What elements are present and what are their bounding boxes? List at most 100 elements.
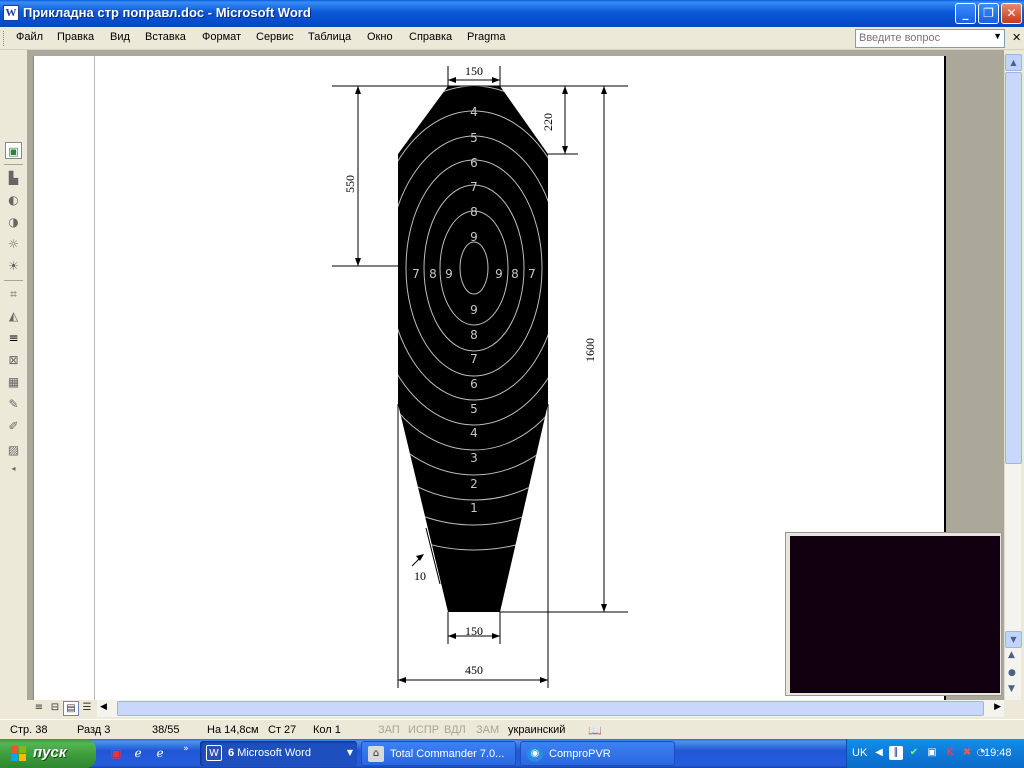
outline-view-icon[interactable]: ☰ bbox=[79, 701, 95, 716]
select-browse-object-icon[interactable]: ● bbox=[1008, 668, 1016, 678]
status-track[interactable]: ИСПР bbox=[408, 724, 439, 736]
text-wrapping-icon[interactable]: ▦ bbox=[5, 374, 22, 391]
dimension-bottom-width: 150 bbox=[465, 624, 483, 638]
ring-number: 2 bbox=[470, 477, 478, 491]
word-icon[interactable]: W bbox=[3, 5, 19, 21]
status-record[interactable]: ЗАП bbox=[378, 724, 400, 736]
menu-insert[interactable]: Вставка bbox=[145, 31, 186, 43]
ring-number-left: 9 bbox=[445, 267, 453, 281]
set-transparent-color-icon[interactable]: ✐ bbox=[5, 418, 22, 435]
task-label-word: Microsoft Word bbox=[237, 747, 311, 759]
ring-number: 8 bbox=[470, 328, 478, 342]
dimension-total-height: 1600 bbox=[583, 338, 597, 362]
group-dropdown-icon[interactable]: ▼ bbox=[347, 748, 353, 757]
status-extend[interactable]: ВДЛ bbox=[444, 724, 466, 736]
next-page-icon[interactable]: ▼ bbox=[1008, 684, 1015, 694]
antivirus-icon[interactable]: K bbox=[943, 746, 957, 760]
chevron-down-icon[interactable]: ▼ bbox=[993, 31, 1002, 41]
more-contrast-icon[interactable]: ◐ bbox=[5, 192, 22, 209]
taskbar-button-word[interactable]: W 6 Microsoft Word ▼ bbox=[200, 741, 357, 766]
video-display bbox=[790, 536, 1000, 693]
scroll-up-button[interactable]: ▲ bbox=[1005, 54, 1022, 71]
status-language[interactable]: украинский bbox=[508, 724, 565, 736]
rotate-icon[interactable]: ◭ bbox=[5, 308, 22, 325]
disconnected-icon[interactable]: ✖ bbox=[960, 746, 974, 760]
spelling-status-icon[interactable]: 📖 bbox=[588, 724, 602, 737]
ring-number: 4 bbox=[470, 426, 478, 440]
horizontal-scroll-thumb[interactable] bbox=[117, 701, 984, 716]
more-brightness-icon[interactable]: ☼ bbox=[5, 236, 22, 253]
ring-number: 6 bbox=[470, 156, 478, 170]
menu-file[interactable]: Файл bbox=[16, 31, 43, 43]
minimize-button[interactable]: _ bbox=[955, 3, 976, 24]
horizontal-bar: ≡ ⊟ ▤ ☰ ◀ ▶ bbox=[27, 700, 1004, 717]
tray-expand-icon[interactable]: ◀ bbox=[872, 746, 886, 760]
task-label-compropvr: ComproPVR bbox=[549, 748, 611, 760]
clock[interactable]: 19:48 bbox=[984, 747, 1012, 759]
status-overtype[interactable]: ЗАМ bbox=[476, 724, 499, 736]
quicklaunch-overflow-icon[interactable]: » bbox=[178, 741, 194, 757]
menu-view[interactable]: Вид bbox=[110, 31, 130, 43]
status-bar: Стр. 38 Разд 3 38/55 На 14,8см Ст 27 Кол… bbox=[0, 719, 1024, 739]
dimension-border-width: 10 bbox=[414, 569, 426, 583]
menu-edit[interactable]: Правка bbox=[57, 31, 94, 43]
toolbar-grip[interactable] bbox=[3, 31, 6, 46]
close-button[interactable]: ✕ bbox=[1001, 3, 1022, 24]
insert-picture-icon[interactable]: ▣ bbox=[5, 142, 22, 159]
horizontal-scrollbar[interactable]: ◀ ▶ bbox=[97, 700, 1004, 717]
color-icon[interactable]: ▙ bbox=[5, 170, 22, 187]
print-layout-icon[interactable]: ▤ bbox=[63, 701, 79, 716]
menu-window[interactable]: Окно bbox=[367, 31, 393, 43]
start-button[interactable]: пуск bbox=[0, 739, 96, 768]
scroll-down-button[interactable]: ▼ bbox=[1005, 631, 1022, 648]
menu-format[interactable]: Формат bbox=[202, 31, 241, 43]
format-picture-icon[interactable]: ✎ bbox=[5, 396, 22, 413]
menu-pragma[interactable]: Pragma bbox=[467, 31, 506, 43]
toolbar-options-icon[interactable]: ◂ bbox=[5, 460, 22, 477]
reset-picture-icon[interactable]: ▨ bbox=[5, 442, 22, 459]
scroll-left-icon[interactable]: ◀ bbox=[100, 702, 107, 712]
ring-number: 1 bbox=[470, 501, 478, 515]
compropvr-icon: ◉ bbox=[527, 746, 543, 762]
normal-view-icon[interactable]: ≡ bbox=[31, 701, 47, 716]
menu-help[interactable]: Справка bbox=[409, 31, 452, 43]
shield-icon[interactable]: ✔ bbox=[907, 746, 921, 760]
maximize-button[interactable]: ❐ bbox=[978, 3, 999, 24]
vertical-scroll-thumb[interactable] bbox=[1005, 72, 1022, 464]
scroll-right-icon[interactable]: ▶ bbox=[994, 702, 1001, 712]
taskbar: пуск ▣ ℯ ℯ » W 6 Microsoft Word ▼ ⌂ Tota… bbox=[0, 739, 1024, 768]
menu-tools[interactable]: Сервис bbox=[256, 31, 294, 43]
internet-explorer-icon[interactable]: ℯ bbox=[130, 745, 146, 761]
status-line: Ст 27 bbox=[268, 724, 297, 736]
quicklaunch-app-icon[interactable]: ▣ bbox=[108, 745, 124, 761]
line-style-icon[interactable]: ≡ bbox=[5, 330, 22, 347]
less-brightness-icon[interactable]: ☀ bbox=[5, 258, 22, 275]
crop-icon[interactable]: ⌗ bbox=[5, 286, 22, 303]
document-close-icon[interactable]: ✕ bbox=[1012, 31, 1021, 44]
pause-icon[interactable]: ∥ bbox=[889, 746, 903, 760]
compropvr-video-window[interactable] bbox=[785, 532, 1002, 696]
less-contrast-icon[interactable]: ◑ bbox=[5, 214, 22, 231]
web-layout-icon[interactable]: ⊟ bbox=[47, 701, 63, 716]
internet-explorer-icon[interactable]: ℯ bbox=[152, 745, 168, 761]
previous-page-icon[interactable]: ▲ bbox=[1008, 650, 1015, 660]
vertical-scrollbar[interactable]: ▲ ▼ ▲ ● ▼ bbox=[1004, 54, 1022, 700]
word-icon: W bbox=[206, 745, 222, 761]
ring-number: 7 bbox=[470, 180, 478, 194]
taskbar-button-total-commander[interactable]: ⌂ Total Commander 7.0... bbox=[361, 741, 516, 766]
picture-toolbar: ▣ ▙ ◐ ◑ ☼ ☀ ⌗ ◭ ≡ ⊠ ▦ ✎ ✐ ▨ ◂ bbox=[0, 50, 27, 690]
status-page: Стр. 38 bbox=[10, 724, 48, 736]
windows-logo-icon bbox=[11, 746, 26, 761]
help-question-box[interactable]: ▼ bbox=[855, 29, 1005, 48]
ring-number: 8 bbox=[470, 205, 478, 219]
window-title: Прикладна стр поправл.doc - Microsoft Wo… bbox=[23, 5, 311, 20]
ring-number: 4 bbox=[470, 105, 478, 119]
language-indicator[interactable]: UK bbox=[852, 747, 867, 759]
taskbar-button-compropvr[interactable]: ◉ ComproPVR bbox=[520, 741, 675, 766]
network-icon[interactable]: ▣ bbox=[925, 746, 939, 760]
shooting-target-drawing[interactable]: 4 5 6 7 8 9 7 8 9 9 8 7 9 8 7 6 5 4 3 2 bbox=[332, 56, 642, 700]
page-margin-line bbox=[94, 56, 95, 700]
menu-table[interactable]: Таблица bbox=[308, 31, 351, 43]
help-question-input[interactable] bbox=[856, 30, 986, 46]
compress-pictures-icon[interactable]: ⊠ bbox=[5, 352, 22, 369]
